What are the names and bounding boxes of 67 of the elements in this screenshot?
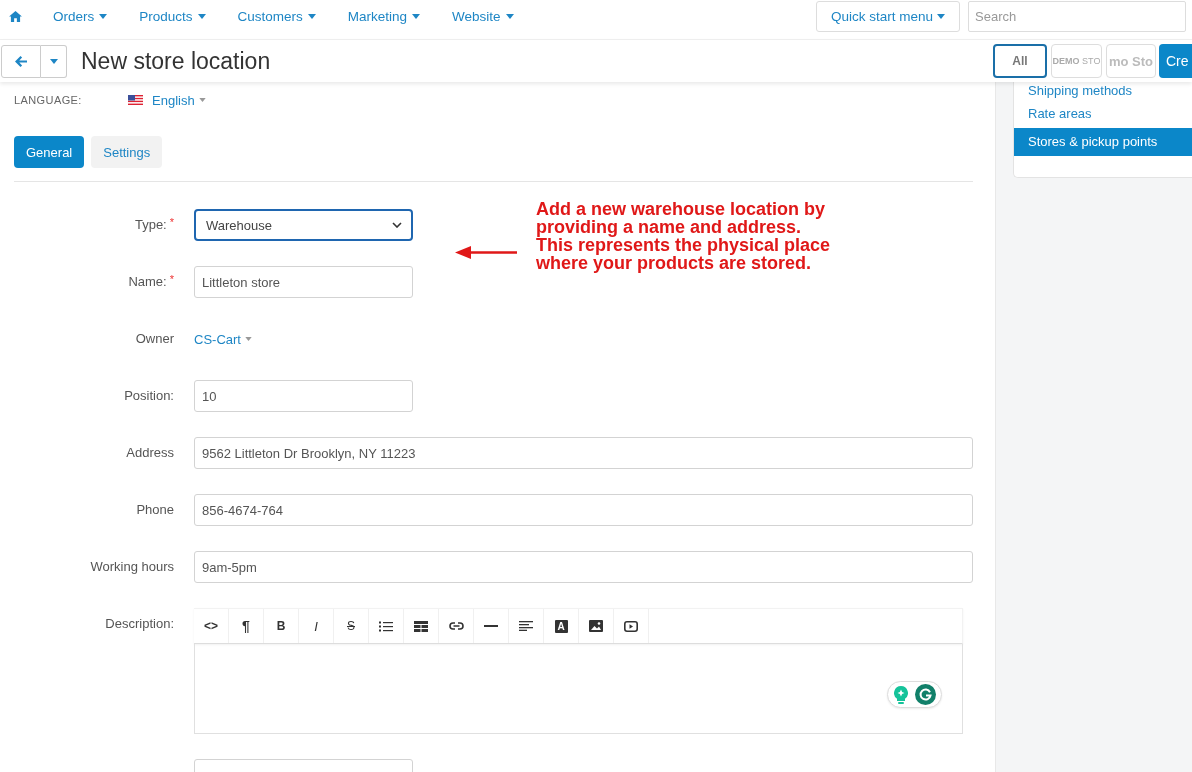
field-label: Name: [128, 273, 167, 291]
assistant-widget[interactable] [887, 681, 942, 708]
storefront-button[interactable]: All [993, 44, 1047, 78]
left-arrow-icon [455, 246, 517, 259]
code-view-button[interactable]: <> [194, 609, 229, 643]
tab[interactable]: General [14, 136, 85, 168]
caret-icon [505, 14, 514, 19]
create-button[interactable]: Cre [1159, 44, 1192, 78]
paragraph-button[interactable]: ¶ [229, 609, 264, 643]
image-icon [589, 620, 603, 632]
quick-start-menu-button[interactable]: Quick start menu [815, 1, 960, 32]
strikethrough-button[interactable]: S [334, 609, 369, 643]
text-field[interactable]: 9562 Littleton Dr Brooklyn, NY 11223 [194, 437, 973, 469]
caret-icon [307, 14, 316, 19]
page-title: New store location [81, 47, 271, 75]
lightbulb-icon [893, 685, 908, 704]
caret-icon [198, 98, 206, 102]
table-icon [414, 620, 428, 632]
link-icon [448, 622, 464, 630]
search-field[interactable]: Search [968, 1, 1186, 32]
text-field[interactable]: 9am-5pm [194, 551, 973, 583]
tab[interactable]: Settings [91, 136, 163, 168]
field-label: Address [126, 444, 174, 462]
italic-button[interactable]: I [299, 609, 334, 643]
caret-icon [99, 14, 108, 19]
language-label: LANGUAGE: [14, 94, 83, 106]
text-field[interactable]: Littleton store [194, 266, 413, 298]
back-button[interactable] [1, 44, 41, 78]
nav-menu[interactable]: Website [436, 1, 530, 32]
sidebar-item[interactable]: Stores & pickup points [1014, 128, 1192, 156]
nav-menu[interactable]: Orders [37, 1, 124, 32]
video-play-icon [624, 620, 638, 632]
field-label: Phone [136, 501, 174, 519]
caret-icon [49, 58, 58, 64]
select-field[interactable]: Warehouse [194, 209, 413, 241]
nav-menu[interactable]: Customers [221, 1, 332, 32]
horizontal-line-icon [484, 625, 498, 627]
bold-button[interactable]: B [264, 609, 299, 643]
sidebar-item[interactable]: Shipping methods [1014, 82, 1192, 100]
nav-menu[interactable]: Marketing [331, 1, 437, 32]
annotation-text: Add a new warehouse location by providing a name and address. This represents the physical place where your products are stored. [536, 200, 831, 272]
text-field[interactable]: 856-4674-764 [194, 494, 973, 526]
align-left-icon [519, 621, 533, 631]
caret-icon [937, 14, 945, 19]
caret-icon [412, 14, 421, 19]
language-dropdown[interactable]: English [152, 92, 206, 108]
flag-icon [128, 95, 143, 105]
text-color-button[interactable]: A [544, 609, 579, 643]
owner-dropdown[interactable]: CS-Cart [194, 331, 252, 347]
required-mark: * [169, 215, 174, 229]
field-label: Description: [105, 615, 174, 633]
list-icon [379, 620, 393, 632]
required-mark: * [169, 272, 174, 286]
store-logo-button[interactable]: DEMO STO [1051, 44, 1102, 78]
caret-icon [197, 14, 206, 19]
field-label: Owner [135, 330, 174, 348]
chevron-down-icon [392, 222, 402, 228]
left-arrow-icon [15, 55, 27, 67]
text-editor-field[interactable] [194, 644, 963, 734]
caret-icon [244, 337, 252, 341]
field-label: Position: [124, 387, 174, 405]
text-field[interactable]: 10 [194, 380, 413, 412]
field-label: Type: [134, 216, 167, 234]
circle-logo-icon [914, 684, 936, 705]
sidebar-item[interactable]: Rate areas [1014, 100, 1192, 128]
nav-menu[interactable]: Products [123, 1, 222, 32]
field-label: Working hours [90, 558, 174, 576]
